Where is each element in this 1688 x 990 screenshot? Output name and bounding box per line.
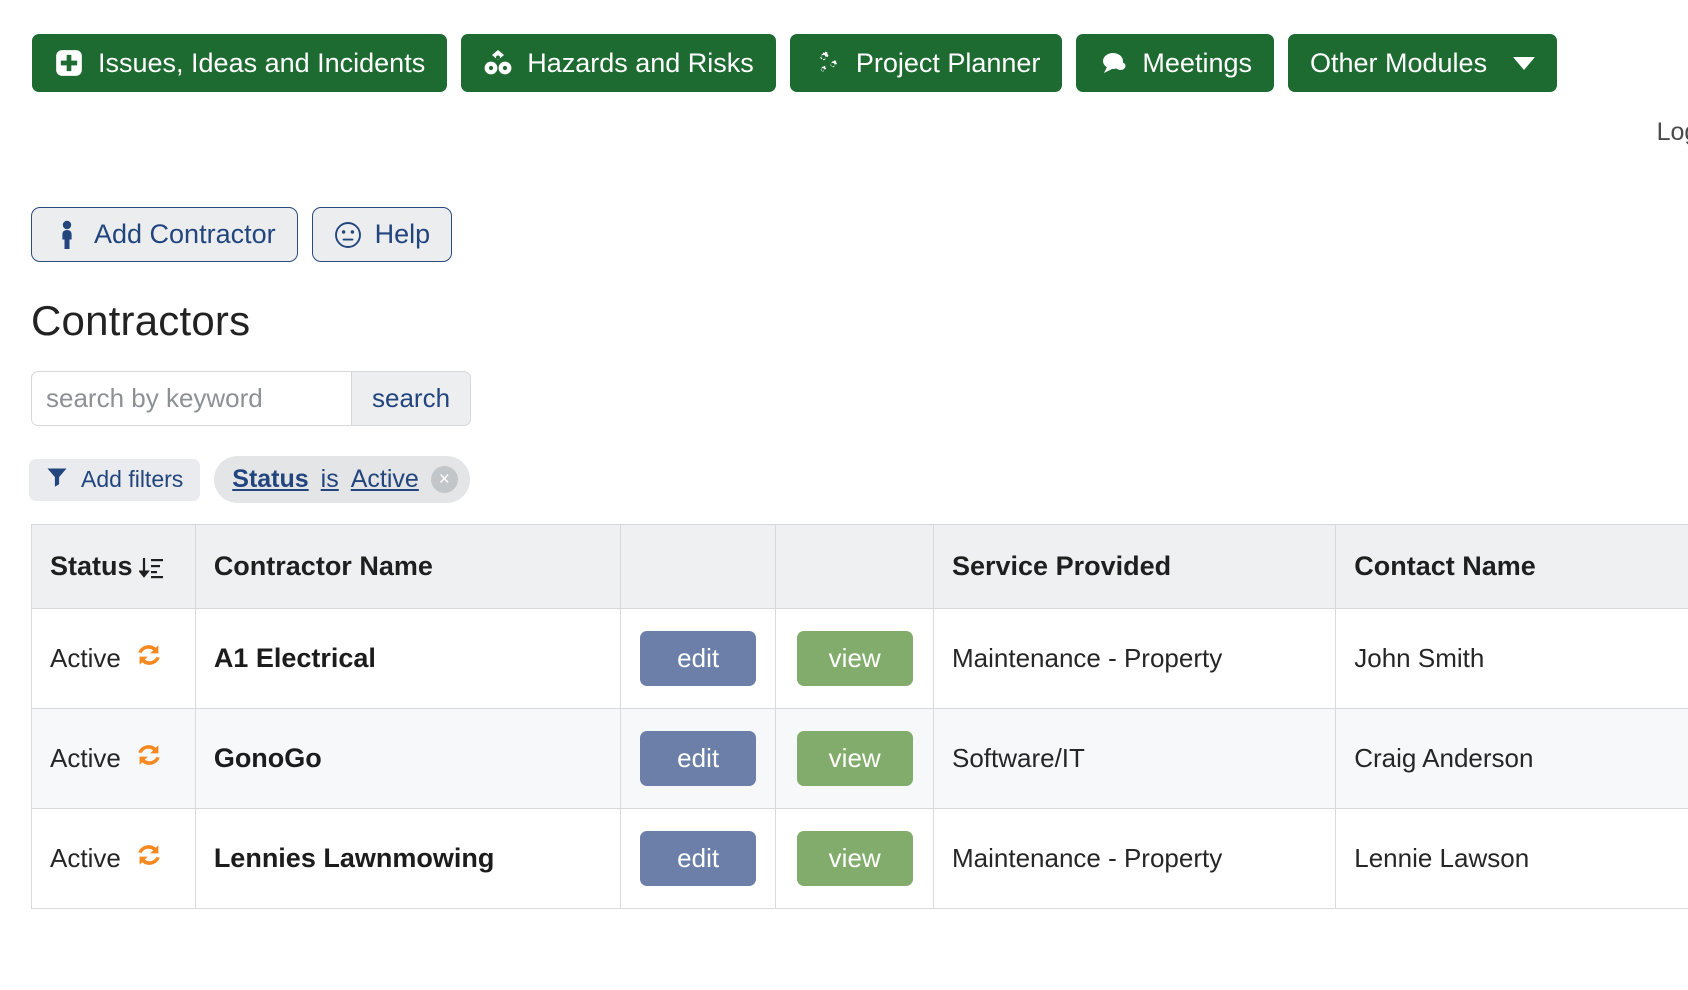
first-aid-plus-icon [54,48,84,78]
sync-arrows-icon [134,740,164,777]
add-filters-label: Add filters [81,466,184,492]
edit-button[interactable]: edit [640,631,757,686]
cell-service-provided: Maintenance - Property [932,608,1337,709]
nav-button-label: Meetings [1142,47,1252,78]
logged-in-status: Logged [1656,118,1688,146]
nav-button-hazards-and-risks[interactable]: Hazards and Risks [461,34,776,92]
search-input[interactable] [31,371,351,426]
status-label: Active [50,743,121,773]
speech-bubble-icon [1098,48,1128,78]
nav-button-label: Issues, Ideas and Incidents [98,47,426,78]
cell-contact-name: Lennie Lawson [1335,808,1688,909]
nav-button-issues-ideas-incidents[interactable]: Issues, Ideas and Incidents [32,34,448,92]
page-title: Contractors [31,297,251,344]
cell-service-provided: Maintenance - Property [932,808,1337,909]
cell-view-action: view [775,808,934,909]
module-nav: Issues, Ideas and Incidents Hazards and … [32,34,1558,92]
gears-icon [812,48,842,78]
filter-bar: Add filters Status is Active × [29,456,470,503]
cell-view-action: view [775,708,934,809]
neutral-face-icon [334,220,362,250]
cell-contractor-name: Lennies Lawnmowing [194,808,621,909]
table-body: Active A1 Electrical edit view Maintenan… [31,608,1688,909]
funnel-icon [46,466,68,494]
cell-edit-action: edit [619,808,777,909]
column-header-status[interactable]: Status [31,524,196,609]
view-button[interactable]: view [796,731,913,786]
help-label: Help [374,219,431,249]
column-header-label: Service Provided [951,551,1172,581]
status-label: Active [50,643,121,673]
cell-contractor-name: A1 Electrical [194,608,621,709]
nav-button-label: Hazards and Risks [527,47,754,78]
nav-button-project-planner[interactable]: Project Planner [789,34,1063,92]
sync-arrows-icon [134,640,164,677]
column-header-label: Contractor Name [213,551,433,581]
column-header-service-provided[interactable]: Service Provided [932,524,1337,609]
contractor-name-label: Lennies Lawnmowing [213,843,495,873]
cell-edit-action: edit [619,608,777,709]
contact-name-label: Lennie Lawson [1354,843,1530,873]
table-row: Active Lennies Lawnmowing edit view Main… [31,808,1688,909]
add-contractor-button[interactable]: Add Contractor [31,207,298,262]
column-header-label: Status [50,551,133,581]
nav-button-meetings[interactable]: Meetings [1076,34,1274,92]
cell-status: Active [31,608,196,709]
column-header-contact-name[interactable]: Contact Name [1335,524,1688,609]
service-provided-label: Maintenance - Property [951,843,1223,873]
cell-edit-action: edit [619,708,777,809]
cell-service-provided: Software/IT [932,708,1337,809]
sort-descending-icon[interactable] [138,555,165,581]
contact-name-label: John Smith [1354,643,1485,673]
contractor-name-label: A1 Electrical [213,643,376,673]
cell-contact-name: John Smith [1335,608,1688,709]
cell-view-action: view [775,608,934,709]
add-filters-button[interactable]: Add filters [29,458,201,501]
table-header-row: Status Contractor Name Service Provided … [31,524,1688,609]
edit-button[interactable]: edit [640,831,757,886]
nav-button-other-modules[interactable]: Other Modules [1287,34,1558,92]
nav-button-label: Project Planner [855,47,1041,78]
chevron-down-icon [1513,56,1536,70]
cell-status: Active [31,708,196,809]
cell-status: Active [31,808,196,909]
filter-chip-field: Status [232,465,309,493]
contractor-name-label: GonoGo [213,743,322,773]
hazard-blocks-icon [483,48,513,78]
add-contractor-label: Add Contractor [94,219,276,249]
table-row: Active GonoGo edit view Software/IT Crai… [31,708,1688,809]
cell-contractor-name: GonoGo [194,708,621,809]
column-header-contractor-name[interactable]: Contractor Name [194,524,621,609]
service-provided-label: Software/IT [951,743,1085,773]
contractors-table: Status Contractor Name Service Provided … [31,524,1688,909]
person-icon [53,220,81,250]
cell-contact-name: Craig Anderson [1335,708,1688,809]
contact-name-label: Craig Anderson [1354,743,1534,773]
service-provided-label: Maintenance - Property [951,643,1223,673]
table-row: Active A1 Electrical edit view Maintenan… [31,608,1688,709]
filter-chip-value: Active [350,465,419,493]
view-button[interactable]: view [796,631,913,686]
sync-arrows-icon [134,840,164,877]
filter-chip-operator: is [320,465,339,493]
column-header-edit [619,524,777,609]
action-toolbar: Add Contractor Help [31,207,453,262]
column-header-view [775,524,934,609]
edit-button[interactable]: edit [640,731,757,786]
nav-button-label: Other Modules [1309,47,1488,78]
search-group: search [31,371,472,426]
status-label: Active [50,843,121,873]
column-header-label: Contact Name [1354,551,1536,581]
search-button[interactable]: search [351,371,472,426]
filter-chip-status[interactable]: Status is Active × [214,456,470,503]
filter-chip-remove-icon[interactable]: × [430,466,458,493]
view-button[interactable]: view [796,831,913,886]
help-button[interactable]: Help [311,207,453,262]
